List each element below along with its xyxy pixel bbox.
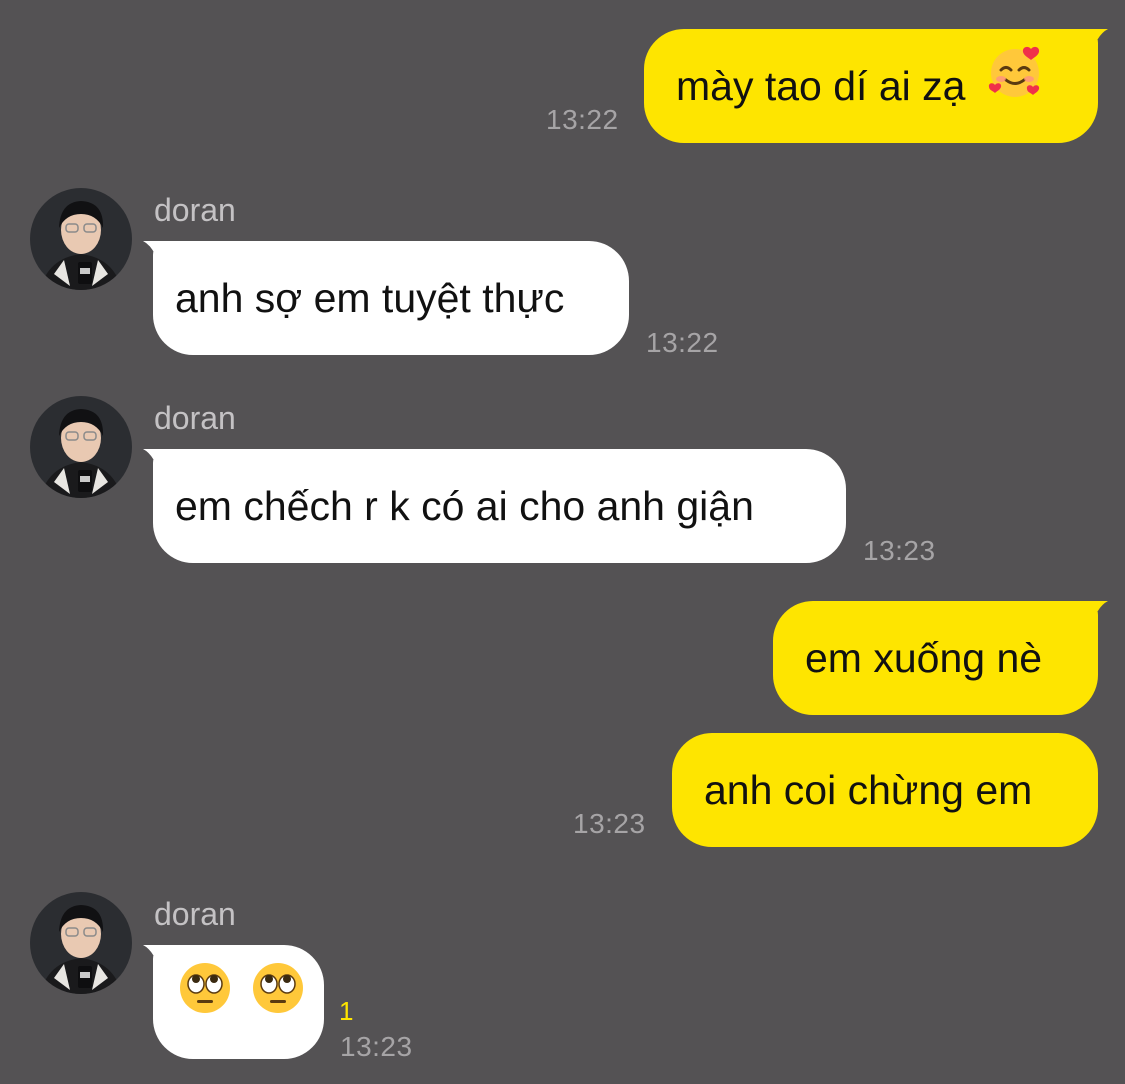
message-timestamp: 13:23 bbox=[573, 808, 646, 839]
their-message-bubble[interactable] bbox=[143, 945, 324, 1059]
message-text: mày tao dí ai zạ bbox=[676, 63, 966, 109]
bubble-tail bbox=[143, 449, 173, 479]
smiling-face-with-hearts-icon bbox=[987, 28, 1043, 142]
bubble-tail bbox=[143, 241, 173, 271]
message-timestamp: 13:22 bbox=[646, 327, 719, 358]
message-text: anh coi chừng em bbox=[704, 767, 1033, 813]
chat-screen: { "messages": [ {"id": "m1", "sender": "… bbox=[0, 0, 1125, 1084]
my-message-bubble[interactable]: mày tao dí ai zạ bbox=[644, 28, 1108, 143]
bubble-tail bbox=[1078, 29, 1108, 59]
my-message-bubble[interactable]: anh coi chừng em bbox=[672, 733, 1098, 847]
my-message-bubble[interactable]: em xuống nè bbox=[773, 601, 1108, 715]
unread-count-badge: 1 bbox=[339, 996, 354, 1026]
face-with-rolling-eyes-icon bbox=[250, 945, 306, 1059]
face-with-rolling-eyes-icon bbox=[177, 945, 233, 1059]
bubble-tail bbox=[1078, 601, 1108, 631]
sender-name: doran bbox=[154, 192, 236, 228]
avatar[interactable] bbox=[30, 396, 132, 498]
message-timestamp: 13:23 bbox=[340, 1031, 413, 1062]
their-message-bubble[interactable]: anh sợ em tuyệt thực bbox=[143, 241, 629, 355]
message-text: anh sợ em tuyệt thực bbox=[175, 275, 565, 321]
sender-name: doran bbox=[154, 400, 236, 436]
avatar[interactable] bbox=[30, 892, 132, 994]
sender-name: doran bbox=[154, 896, 236, 932]
message-text: em xuống nè bbox=[805, 635, 1043, 681]
their-message-bubble[interactable]: em chếch r k có ai cho anh giận bbox=[143, 449, 846, 563]
bubble-tail bbox=[143, 945, 173, 975]
message-timestamp: 13:22 bbox=[546, 104, 619, 135]
message-text: em chếch r k có ai cho anh giận bbox=[175, 483, 754, 529]
avatar[interactable] bbox=[30, 188, 132, 290]
message-timestamp: 13:23 bbox=[863, 535, 936, 566]
